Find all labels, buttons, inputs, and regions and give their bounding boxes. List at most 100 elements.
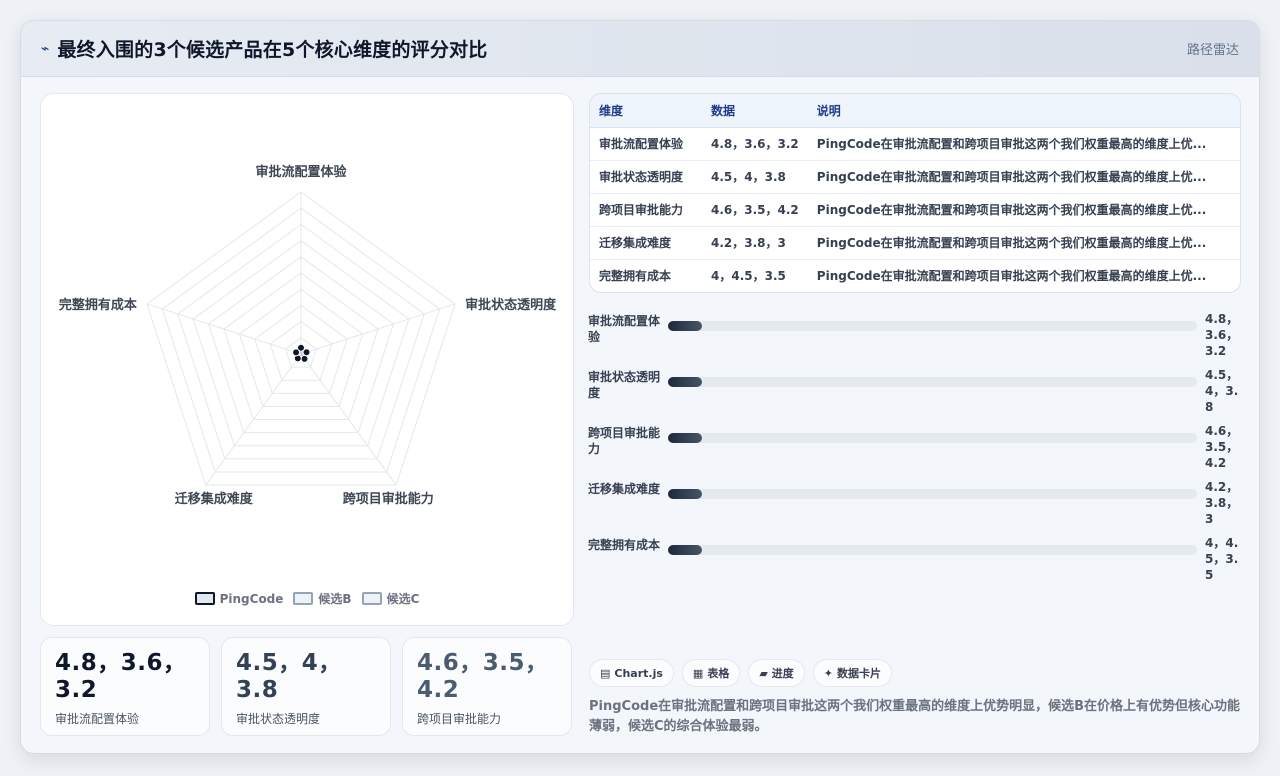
table-cell-data: 4.5，4，3.8 bbox=[702, 160, 808, 194]
chip-table[interactable]: ▦ 表格 bbox=[681, 659, 741, 687]
chip-label: Chart.js bbox=[614, 666, 663, 680]
chip-label: 进度 bbox=[771, 667, 794, 680]
chip-label: 表格 bbox=[707, 667, 730, 680]
legend-item[interactable]: 候选C bbox=[361, 590, 420, 607]
table-cell-data: 4，4.5，3.5 bbox=[711, 269, 786, 284]
dashboard-card: ⌁ 最终入围的3个候选产品在5个核心维度的评分对比 路径雷达 审批流配置体验 审批… bbox=[20, 20, 1260, 754]
progress-label: 审批流配置体验 bbox=[588, 314, 661, 344]
data-table: 维度 数据 说明 审批流配置体验 4.8，3.6，3.2 PingCode在审批流配… bbox=[589, 93, 1241, 293]
path-radar-link[interactable]: 路径雷达 bbox=[1187, 39, 1239, 58]
table-cell-dimension: 跨项目审批能力 bbox=[590, 193, 702, 227]
chip-sparkle[interactable]: ✦ 数据卡片 bbox=[812, 659, 893, 687]
progress-row: 跨项目审批能力 4.6，3.5，4.2 bbox=[588, 423, 1253, 479]
stat-value: 4.8，3.6，3.2 bbox=[55, 650, 187, 704]
progress-row: 审批状态透明度 4.5，4，3.8 bbox=[588, 367, 1253, 423]
radar-axis-label: 迁移集成难度 bbox=[175, 491, 254, 507]
table-row: 迁移集成难度 4.2，3.8，3 PingCode在审批流配置和跨项目审批这两个我们… bbox=[590, 226, 1240, 260]
progress-row: 迁移集成难度 4.2，3.8，3 bbox=[588, 479, 1253, 535]
progress-track bbox=[668, 489, 1197, 499]
progress-fill bbox=[668, 433, 703, 443]
progress-fill bbox=[668, 321, 703, 331]
progress-fill bbox=[668, 545, 703, 555]
chip-label: 数据卡片 bbox=[837, 667, 882, 680]
table-cell-data: 4.6，3.5，4.2 bbox=[702, 193, 808, 227]
radar-point bbox=[302, 348, 311, 357]
legend-swatch bbox=[194, 592, 215, 605]
summary-text: PingCode在审批流配置和跨项目审批这两个我们权重最高的维度上优势明显，候选… bbox=[589, 699, 1241, 734]
progress-track bbox=[668, 545, 1197, 555]
stat-cards: 4.8，3.6，3.2 审批流配置体验 4.5，4，3.8 审批状态透明度 4.6，3.… bbox=[40, 637, 572, 736]
legend-item[interactable]: 候选B bbox=[293, 590, 352, 607]
stat-value: 4.5，4，3.8 bbox=[236, 650, 342, 704]
progress-label: 审批状态透明度 bbox=[588, 370, 661, 400]
progress-value: 4.6，3.5，4.2 bbox=[1205, 424, 1239, 470]
legend-label: 候选C bbox=[386, 592, 420, 606]
table-row: 审批状态透明度 4.5，4，3.8 PingCode在审批流配置和跨项目审批这两个我… bbox=[590, 160, 1240, 194]
page-title: 最终入围的3个候选产品在5个核心维度的评分对比 bbox=[57, 39, 488, 61]
progress-list: 审批流配置体验 4.8，3.6，3.2 审批状态透明度 4.5，4，3.8 跨项目审批能… bbox=[588, 311, 1253, 591]
chip-progress[interactable]: ▰ 进度 bbox=[748, 659, 805, 687]
progress-fill bbox=[668, 377, 703, 387]
progress-track bbox=[668, 321, 1197, 331]
table-cell-description: PingCode在审批流配置和跨项目审批这两个我们权重最高的维度上优... bbox=[807, 127, 1240, 161]
table-cell-dimension: 迁移集成难度 bbox=[590, 226, 702, 260]
radar-spoke bbox=[146, 303, 302, 355]
view-chips: ▤ Chart.js ▦ 表格 ▰ 进度 ✦ 数据卡片 bbox=[589, 659, 893, 687]
radar-chart: 审批流配置体验审批状态透明度跨项目审批能力 迁移集成难度 完整拥有成本 bbox=[59, 164, 557, 507]
chart-legend: PingCode 候选B 候选C bbox=[41, 590, 573, 607]
progress-value: 4.2，3.8，3 bbox=[1205, 480, 1239, 526]
table-header-description: 说明 bbox=[807, 94, 1240, 128]
table-cell-dimension: 审批流配置体验 bbox=[590, 127, 702, 161]
table-cell-data: 4.2，3.8，3 bbox=[702, 226, 808, 260]
table-header-data: 数据 bbox=[702, 94, 808, 128]
legend-item[interactable]: PingCode bbox=[194, 590, 284, 607]
progress-track bbox=[668, 433, 1197, 443]
stat-label: 审批流配置体验 bbox=[55, 712, 140, 727]
stat-label: 审批状态透明度 bbox=[236, 712, 321, 727]
table-cell-description: PingCode在审批流配置和跨项目审批这两个我们权重最高的维度上优... bbox=[816, 269, 1207, 284]
stat-label: 跨项目审批能力 bbox=[417, 712, 502, 727]
radar-axis-label: 审批流配置体验 bbox=[255, 164, 347, 180]
chip-chart[interactable]: ▤ Chart.js bbox=[589, 659, 674, 687]
stat-card: 4.5，4，3.8 审批状态透明度 bbox=[221, 637, 391, 736]
table-cell-data: 4.8，3.6，3.2 bbox=[702, 127, 808, 161]
progress-label: 迁移集成难度 bbox=[588, 482, 661, 496]
progress-value: 4，4.5，3.5 bbox=[1205, 536, 1239, 582]
chart-icon: ▤ bbox=[600, 666, 611, 680]
pulse-icon: ⌁ bbox=[41, 40, 50, 57]
progress-icon: ▰ bbox=[759, 666, 768, 680]
radar-spoke bbox=[300, 303, 456, 355]
progress-value: 4.5，4，3.8 bbox=[1205, 368, 1239, 414]
radar-axis-label: 审批状态透明度 bbox=[465, 297, 557, 313]
progress-label: 跨项目审批能力 bbox=[588, 426, 661, 456]
radar-point bbox=[292, 348, 301, 357]
table-cell-description: PingCode在审批流配置和跨项目审批这两个我们权重最高的维度上优... bbox=[807, 193, 1240, 227]
progress-row: 审批流配置体验 4.8，3.6，3.2 bbox=[588, 311, 1253, 367]
progress-value: 4.8，3.6，3.2 bbox=[1205, 312, 1239, 358]
progress-track bbox=[668, 377, 1197, 387]
progress-row: 完整拥有成本 4，4.5，3.5 bbox=[588, 535, 1253, 591]
legend-label: PingCode bbox=[219, 591, 284, 606]
header: ⌁ 最终入围的3个候选产品在5个核心维度的评分对比 路径雷达 bbox=[21, 21, 1259, 77]
radar-axis-label: 完整拥有成本 bbox=[59, 297, 137, 313]
progress-fill bbox=[668, 489, 703, 499]
stat-value: 4.6，3.5，4.2 bbox=[417, 650, 549, 704]
table-cell-dimension: 完整拥有成本 bbox=[599, 269, 672, 284]
table-row: 跨项目审批能力 4.6，3.5，4.2 PingCode在审批流配置和跨项目审批这两… bbox=[590, 193, 1240, 227]
table-row: 完整拥有成本 4，4.5，3.5 PingCode在审批流配置和跨项目审批这两个我们… bbox=[590, 259, 1240, 292]
table-header-dimension: 维度 bbox=[590, 94, 702, 128]
stat-card: 4.6，3.5，4.2 跨项目审批能力 bbox=[402, 637, 572, 736]
sparkle-icon: ✦ bbox=[823, 666, 834, 680]
legend-swatch bbox=[361, 592, 382, 605]
table-icon: ▦ bbox=[692, 666, 704, 680]
radar-point bbox=[300, 354, 309, 363]
table-cell-description: PingCode在审批流配置和跨项目审批这两个我们权重最高的维度上优... bbox=[807, 226, 1240, 260]
table-row: 审批流配置体验 4.8，3.6，3.2 PingCode在审批流配置和跨项目审批这两… bbox=[590, 127, 1240, 161]
radar-chart-panel: 审批流配置体验审批状态透明度跨项目审批能力 迁移集成难度 完整拥有成本 PingCo… bbox=[40, 93, 574, 626]
progress-label: 完整拥有成本 bbox=[588, 538, 661, 552]
legend-swatch bbox=[293, 592, 314, 605]
stat-card: 4.8，3.6，3.2 审批流配置体验 bbox=[40, 637, 210, 736]
radar-axis-label: 跨项目审批能力 bbox=[343, 491, 434, 507]
table-cell-dimension: 审批状态透明度 bbox=[590, 160, 702, 194]
legend-label: 候选B bbox=[318, 592, 352, 606]
